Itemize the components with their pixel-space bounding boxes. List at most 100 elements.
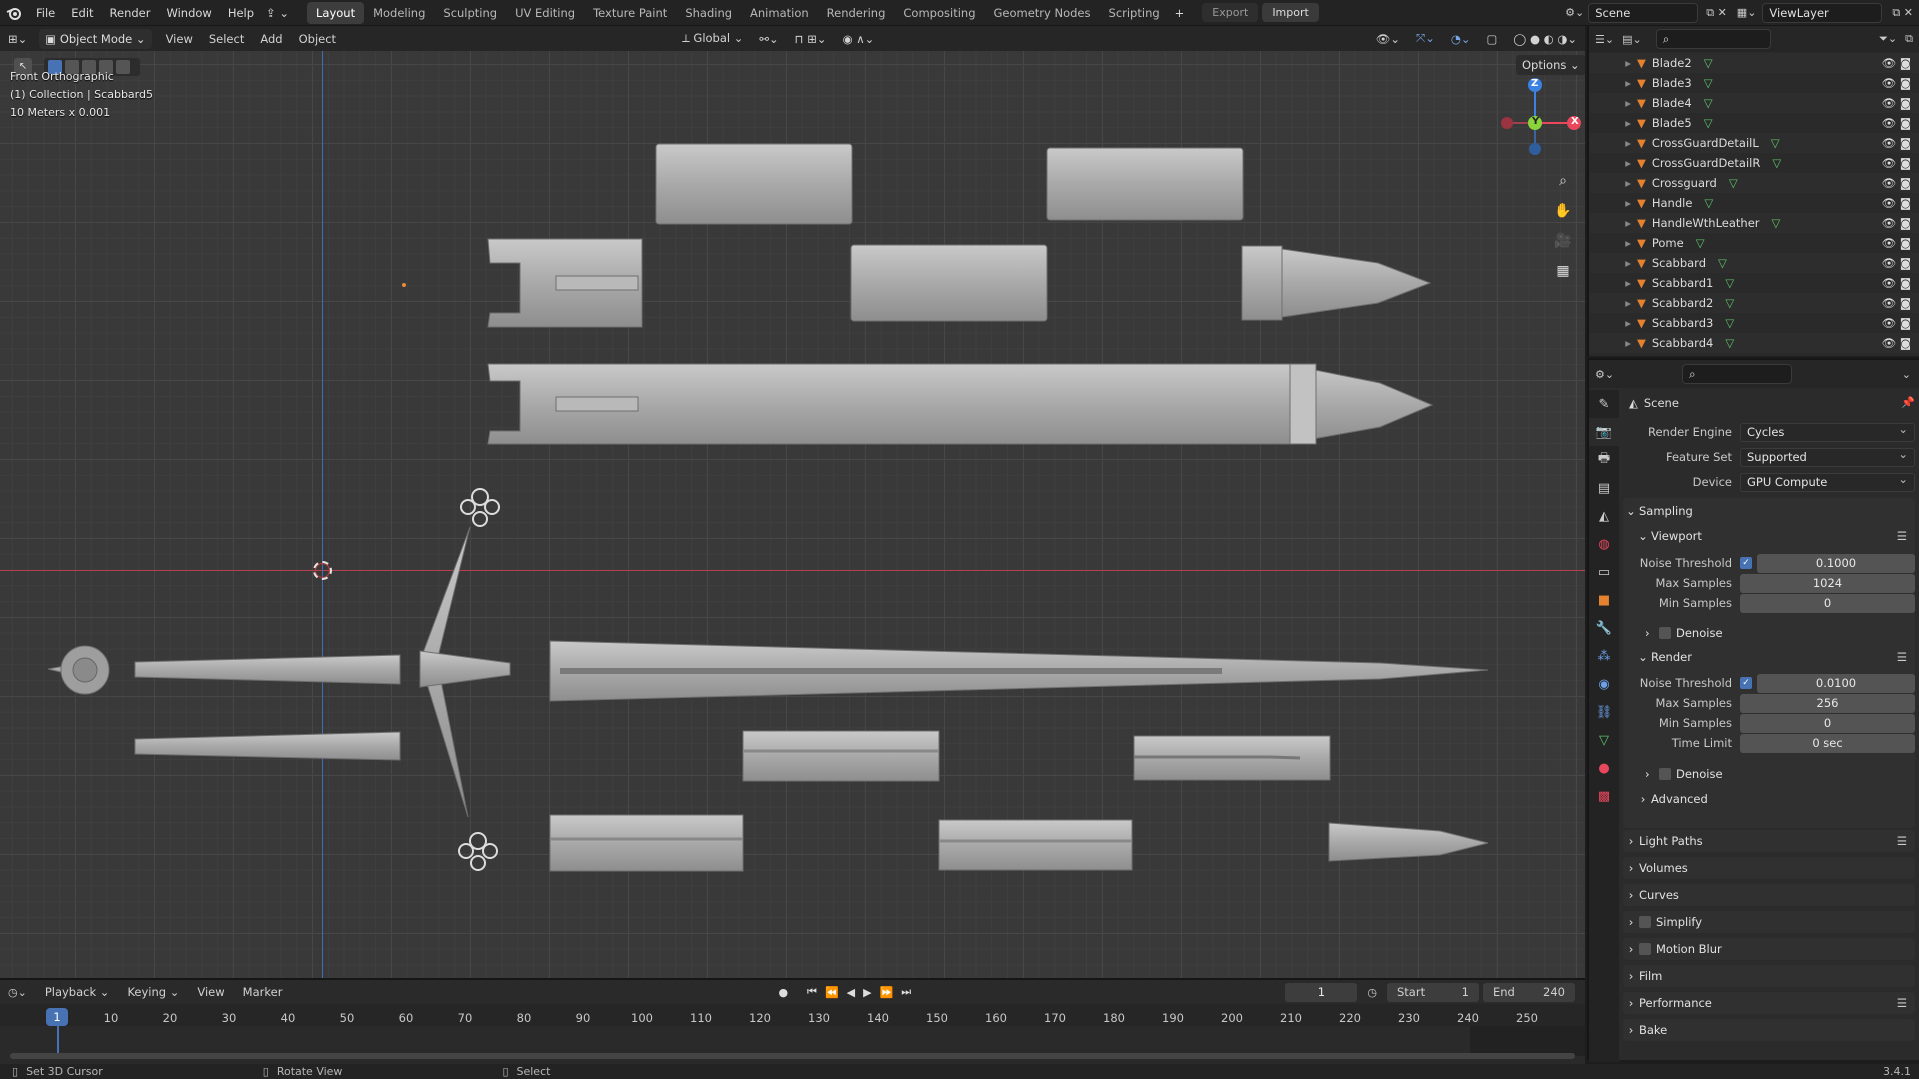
menu-render[interactable]: Render [102,0,159,26]
motion-blur-header[interactable]: › Motion Blur [1623,938,1915,960]
properties-search-input[interactable]: ⌕ [1682,364,1793,384]
overlay-toggle-icon[interactable]: ◔⌄ [1443,32,1479,46]
tab-texture-paint[interactable]: Texture Paint [584,2,676,24]
preset-list-icon[interactable]: ☰ [1897,996,1915,1010]
transform-orientation-dropdown[interactable]: ⟂ Global ⌄ [674,31,751,46]
film-header[interactable]: › Film [1623,965,1915,987]
pivot-icon[interactable]: ⚯⌄ [751,32,786,46]
pin-icon[interactable]: 📌 [1901,396,1915,409]
add-workspace-icon[interactable]: + [1169,0,1191,26]
record-icon[interactable]: ● [764,986,802,999]
outliner-search-input[interactable]: ⌕ [1655,29,1771,49]
tab-modeling[interactable]: Modeling [364,2,434,24]
light-paths-header[interactable]: › Light Paths ☰ [1623,830,1915,852]
bake-header[interactable]: › Bake [1623,1019,1915,1041]
menu-add[interactable]: Add [252,32,290,46]
outliner-item-pome[interactable]: ▸ ▼ Pome ▽ 👁 ◙ [1589,233,1919,253]
shading-modes-icon[interactable]: ◯ ● ◐ ◑⌄ [1505,32,1585,46]
export-button[interactable]: Export [1202,3,1259,22]
physics-tab-icon[interactable]: ◉ [1589,670,1619,698]
outliner-editor-icon[interactable]: ☰⌄ [1595,33,1614,46]
material-tab-icon[interactable]: ● [1589,754,1619,782]
menu-marker[interactable]: Marker [235,985,291,999]
constraints-tab-icon[interactable]: ⛓ [1589,698,1619,726]
menu-edit[interactable]: Edit [63,0,101,26]
upload-icon[interactable]: ⇪ ⌄ [262,0,293,26]
import-button[interactable]: Import [1262,3,1319,22]
vp-denoise-header[interactable]: › Denoise [1645,622,1915,644]
blender-logo-icon[interactable] [0,6,28,20]
volumes-header[interactable]: › Volumes [1623,857,1915,879]
r-min-samples-field[interactable]: 0 [1740,713,1915,733]
tab-geometry-nodes[interactable]: Geometry Nodes [985,2,1100,24]
tab-animation[interactable]: Animation [741,2,818,24]
vp-denoise-checkbox[interactable] [1659,627,1671,639]
data-tab-icon[interactable]: ▽ [1589,726,1619,754]
timeline-editor-icon[interactable]: ◷⌄ [8,986,35,999]
performance-header[interactable]: › Performance ☰ [1623,992,1915,1014]
outliner-item-scabbard2[interactable]: ▸ ▼ Scabbard2 ▽ 👁 ◙ [1589,293,1919,313]
modifier-tab-icon[interactable]: 🔧 [1589,614,1619,642]
editor-type-icon[interactable]: ⊞⌄ [0,32,35,46]
viewlayer-name-field[interactable]: ViewLayer [1762,2,1883,23]
end-frame-field[interactable]: End 240 [1483,982,1575,1002]
vp-noise-threshold-checkbox[interactable]: ✓ [1740,557,1752,569]
outliner-item-scabbard4[interactable]: ▸ ▼ Scabbard4 ▽ 👁 ◙ [1589,333,1919,353]
tab-sculpting[interactable]: Sculpting [434,2,506,24]
current-frame-field[interactable]: 1 [1285,982,1358,1002]
advanced-header[interactable]: › Advanced [1635,788,1915,810]
filter-icon[interactable]: ⏷⌄ [1879,32,1897,46]
menu-help[interactable]: Help [220,0,262,26]
collection-tab-icon[interactable]: ▭ [1589,558,1619,586]
outliner-item-crossguard[interactable]: ▸ ▼ Crossguard ▽ 👁 ◙ [1589,173,1919,193]
scene-new-icon[interactable]: ⧉ ✕ [1702,6,1731,20]
simplify-checkbox[interactable] [1639,916,1651,928]
outliner-item-handle[interactable]: ▸ ▼ Handle ▽ 👁 ◙ [1589,193,1919,213]
tab-layout[interactable]: Layout [306,1,365,24]
r-denoise-header[interactable]: › Denoise [1645,763,1915,785]
vp-max-samples-field[interactable]: 1024 [1740,573,1915,593]
outliner-item-scabbard[interactable]: ▸ ▼ Scabbard ▽ 👁 ◙ [1589,253,1919,273]
render-subpanel-header[interactable]: ⌄ Render ☰ [1635,646,1915,668]
preset-list-icon[interactable]: ☰ [1897,834,1915,848]
panel-options-icon[interactable]: ⌄ [1902,368,1919,381]
vp-noise-threshold-field[interactable]: 0.1000 [1757,553,1915,573]
new-collection-icon[interactable]: ⧉ [1905,32,1919,46]
r-time-limit-field[interactable]: 0 sec [1740,733,1915,753]
render-engine-dropdown[interactable]: Cycles [1740,421,1915,442]
object-tab-icon[interactable]: ■ [1589,586,1619,614]
tool-tab-icon[interactable]: ✎ [1589,390,1619,418]
menu-select[interactable]: Select [201,32,252,46]
viewlayer-new-icon[interactable]: ⧉ ✕ [1886,6,1919,20]
vp-min-samples-field[interactable]: 0 [1740,593,1915,613]
output-tab-icon[interactable]: 🖶 [1589,446,1619,474]
feature-set-dropdown[interactable]: Supported [1740,446,1915,467]
device-dropdown[interactable]: GPU Compute [1740,471,1915,492]
tab-scripting[interactable]: Scripting [1100,2,1169,24]
outliner-item-scabbard3[interactable]: ▸ ▼ Scabbard3 ▽ 👁 ◙ [1589,313,1919,333]
texture-tab-icon[interactable]: ▩ [1589,782,1619,810]
playhead-frame-badge[interactable]: 1 [46,1008,68,1026]
sampling-header[interactable]: ⌄ Sampling [1623,500,1915,522]
jump-start-icon[interactable]: ⏮ [804,985,820,999]
play-icon[interactable]: ▶ [860,986,874,999]
visibility-icon[interactable]: 👁⌄ [1368,32,1408,46]
particles-tab-icon[interactable]: ⁂ [1589,642,1619,670]
outliner-item-blade5[interactable]: ▸ ▼ Blade5 ▽ 👁 ◙ [1589,113,1919,133]
view-layer-tab-icon[interactable]: ▤ [1589,474,1619,502]
menu-object[interactable]: Object [291,32,344,46]
tab-uv-editing[interactable]: UV Editing [506,2,584,24]
next-keyframe-icon[interactable]: ⏩ [877,986,897,999]
r-noise-threshold-checkbox[interactable]: ✓ [1740,677,1752,689]
3d-viewport[interactable]: ↖ Options ⌄ Front Orthographic (1) Colle… [0,51,1585,978]
proportional-edit-icon[interactable]: ◉ ∧⌄ [835,32,883,46]
scene-name-field[interactable]: Scene [1588,2,1699,23]
scene-icon[interactable]: ⚙⌄ [1561,6,1588,19]
play-reverse-icon[interactable]: ◀ [844,986,858,999]
r-max-samples-field[interactable]: 256 [1740,693,1915,713]
prev-keyframe-icon[interactable]: ⏪ [822,986,842,999]
outliner-item-crossguarddetaill[interactable]: ▸ ▼ CrossGuardDetailL ▽ 👁 ◙ [1589,133,1919,153]
scene-tab-icon[interactable]: ◭ [1589,502,1619,530]
start-frame-field[interactable]: Start 1 [1387,982,1479,1002]
menu-playback[interactable]: Playback ⌄ [37,985,118,999]
